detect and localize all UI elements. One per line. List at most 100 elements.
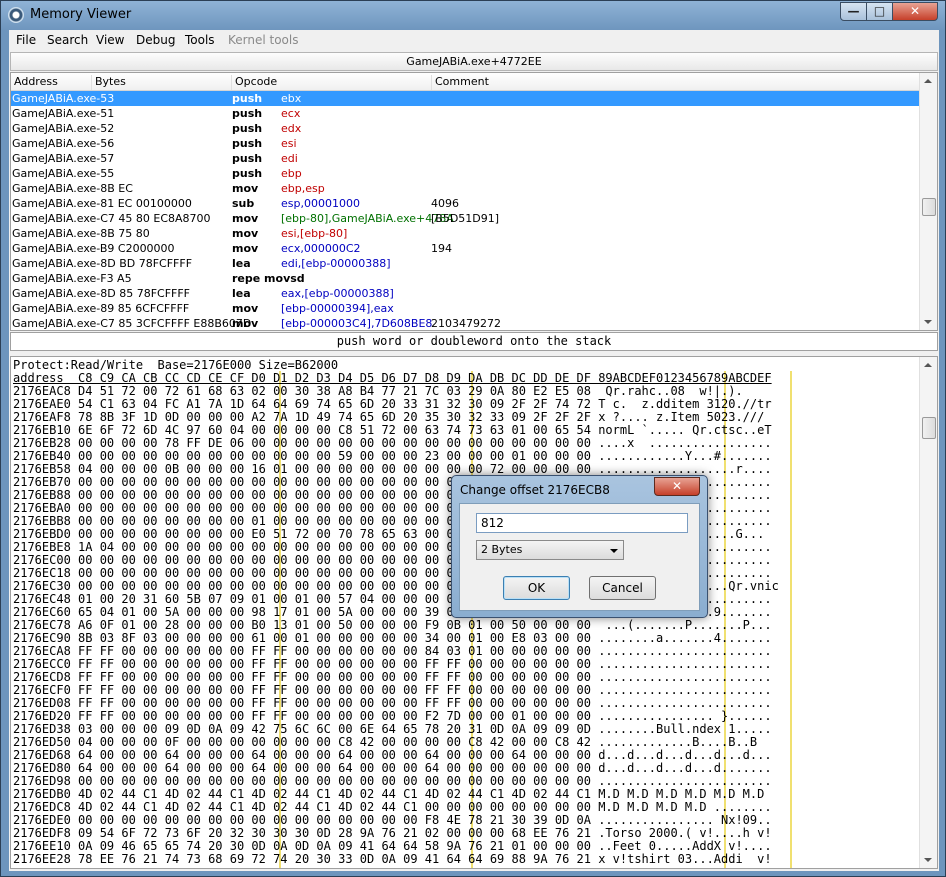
cancel-button[interactable]: Cancel <box>589 576 656 600</box>
disasm-row[interactable]: GameJABiA.exe-89 85 6CFCFFFF mov [ebp-0000… <box>11 301 921 316</box>
menu-search[interactable]: Search <box>47 33 88 47</box>
row-opcode: repe movsd <box>232 272 305 285</box>
row-address: GameJABiA.exe-8D 85 78FCFFFF <box>12 287 191 300</box>
current-address-bar[interactable]: GameJABiA.exe+4772EE <box>10 52 938 71</box>
menu-bar: File Search View Debug Tools Kernel tool… <box>9 30 939 50</box>
row-opcode: push <box>232 92 263 105</box>
row-address: GameJABiA.exe-B9 C2000000 <box>12 242 175 255</box>
row-opcode: push <box>232 107 263 120</box>
window-title: Memory Viewer <box>30 7 132 22</box>
disasm-row[interactable]: GameJABiA.exe-57 push edi <box>11 151 921 166</box>
row-operands: [ebp-000003C4],7D608BE8 <box>281 317 433 330</box>
change-offset-dialog: Change offset 2176ECB8 ✕ 812 2 Bytes OK … <box>451 475 708 618</box>
close-button[interactable]: ✕ <box>892 2 938 21</box>
disasm-row[interactable]: GameJABiA.exe-8B 75 80 mov esi,[ebp-80] <box>11 226 921 241</box>
row-opcode: push <box>232 122 263 135</box>
hex-scroll-thumb[interactable] <box>922 417 936 439</box>
row-opcode: mov <box>232 242 259 255</box>
hex-scrollbar[interactable] <box>919 357 937 868</box>
menu-kernel-tools[interactable]: Kernel tools <box>228 33 299 47</box>
title-bar[interactable]: Memory Viewer — □ ✕ <box>1 1 945 30</box>
minimize-button[interactable]: — <box>840 2 867 21</box>
disasm-row[interactable]: GameJABiA.exe-8D BD 78FCFFFF lea edi,[ebp-… <box>11 256 921 271</box>
row-comment: 2103479272 <box>431 317 501 330</box>
disasm-row[interactable]: GameJABiA.exe-F3 A5 repe movsd <box>11 271 921 286</box>
row-address: GameJABiA.exe-81 EC 00100000 <box>12 197 192 210</box>
disassembler-view[interactable]: Address Bytes Opcode Comment GameJABiA.e… <box>10 72 938 331</box>
disasm-column-header: Address Bytes Opcode Comment <box>11 73 921 91</box>
row-address: GameJABiA.exe-57 <box>12 152 115 165</box>
row-operands: eax,[ebp-00000388] <box>281 287 394 300</box>
row-opcode: lea <box>232 287 251 300</box>
row-operands: [ebp-00000394],eax <box>281 302 394 315</box>
row-operands: esp,00001000 <box>281 197 360 210</box>
row-address: GameJABiA.exe-89 85 6CFCFFFF <box>12 302 190 315</box>
memory-viewer-window: Memory Viewer — □ ✕ File Search View Deb… <box>0 0 946 877</box>
disasm-row[interactable]: GameJABiA.exe-56 push esi <box>11 136 921 151</box>
row-address: GameJABiA.exe-C7 85 3CFCFFFF E88B607D <box>12 317 252 330</box>
row-opcode: push <box>232 152 263 165</box>
disasm-row[interactable]: GameJABiA.exe-C7 45 80 EC8A8700 mov [ebp-8… <box>11 211 921 226</box>
row-operands: ebp,esp <box>281 182 325 195</box>
row-operands: ebp <box>281 167 302 180</box>
hex-row[interactable]: 2176EE28 78 EE 76 21 74 73 68 69 72 74 2… <box>13 853 772 866</box>
row-opcode: push <box>232 167 263 180</box>
disasm-row[interactable]: GameJABiA.exe-53 push ebx <box>11 91 921 106</box>
column-opcode[interactable]: Opcode <box>231 75 277 90</box>
row-opcode: mov <box>232 182 259 195</box>
disasm-row[interactable]: GameJABiA.exe-C7 85 3CFCFFFF E88B607D mov… <box>11 316 921 330</box>
value-type-select[interactable]: 2 Bytes <box>476 540 624 560</box>
row-opcode: mov <box>232 227 259 240</box>
row-opcode: mov <box>232 302 259 315</box>
app-gear-icon <box>8 7 24 23</box>
disasm-row[interactable]: GameJABiA.exe-81 EC 00100000 sub esp,00001… <box>11 196 921 211</box>
row-address: GameJABiA.exe-8D BD 78FCFFFF <box>12 257 193 270</box>
chevron-down-icon <box>610 549 618 553</box>
dialog-body: 812 2 Bytes OK Cancel <box>459 503 700 611</box>
disasm-scroll-thumb[interactable] <box>922 198 936 216</box>
row-operands: ecx <box>281 107 301 120</box>
row-comment: 194 <box>431 242 452 255</box>
row-operands: ecx,000000C2 <box>281 242 361 255</box>
disasm-row[interactable]: GameJABiA.exe-8D 85 78FCFFFF lea eax,[ebp-… <box>11 286 921 301</box>
row-operands: esi <box>281 137 297 150</box>
scroll-down-icon[interactable] <box>924 320 932 324</box>
row-address: GameJABiA.exe-8B EC <box>12 182 133 195</box>
disasm-row[interactable]: GameJABiA.exe-8B EC mov ebp,esp <box>11 181 921 196</box>
client-area: File Search View Debug Tools Kernel tool… <box>9 30 939 871</box>
row-operands: [ebp-80],GameJABiA.exe+478A <box>281 212 454 225</box>
scroll-up-icon[interactable] <box>924 363 932 367</box>
scroll-up-icon[interactable] <box>924 79 932 83</box>
ok-button[interactable]: OK <box>503 576 570 600</box>
row-operands: edi,[ebp-00000388] <box>281 257 391 270</box>
row-operands: esi,[ebp-80] <box>281 227 348 240</box>
opcode-description: push word or doubleword onto the stack <box>10 332 938 351</box>
row-address: GameJABiA.exe-52 <box>12 122 115 135</box>
row-operands: edi <box>281 152 298 165</box>
disasm-row[interactable]: GameJABiA.exe-55 push ebp <box>11 166 921 181</box>
column-address[interactable]: Address <box>11 75 58 90</box>
value-input[interactable]: 812 <box>476 513 688 533</box>
row-address: GameJABiA.exe-8B 75 80 <box>12 227 150 240</box>
maximize-button[interactable]: □ <box>866 2 893 21</box>
row-opcode: sub <box>232 197 255 210</box>
scroll-down-icon[interactable] <box>924 858 932 862</box>
disasm-row[interactable]: GameJABiA.exe-B9 C2000000 mov ecx,000000C2… <box>11 241 921 256</box>
disasm-scrollbar[interactable] <box>919 73 937 330</box>
menu-file[interactable]: File <box>16 33 36 47</box>
menu-view[interactable]: View <box>96 33 124 47</box>
disasm-row[interactable]: GameJABiA.exe-51 push ecx <box>11 106 921 121</box>
disasm-row[interactable]: GameJABiA.exe-52 push edx <box>11 121 921 136</box>
row-address: GameJABiA.exe-56 <box>12 137 115 150</box>
column-highlight-line <box>790 371 792 868</box>
menu-debug[interactable]: Debug <box>136 33 175 47</box>
row-address: GameJABiA.exe-51 <box>12 107 115 120</box>
column-comment[interactable]: Comment <box>431 75 489 90</box>
row-comment: 4096 <box>431 197 459 210</box>
dialog-close-button[interactable]: ✕ <box>654 477 700 496</box>
row-address: GameJABiA.exe-C7 45 80 EC8A8700 <box>12 212 211 225</box>
value-type-selected: 2 Bytes <box>481 543 523 556</box>
menu-tools[interactable]: Tools <box>185 33 215 47</box>
row-comment: [B5D51D91] <box>431 212 500 225</box>
column-bytes[interactable]: Bytes <box>91 75 126 90</box>
